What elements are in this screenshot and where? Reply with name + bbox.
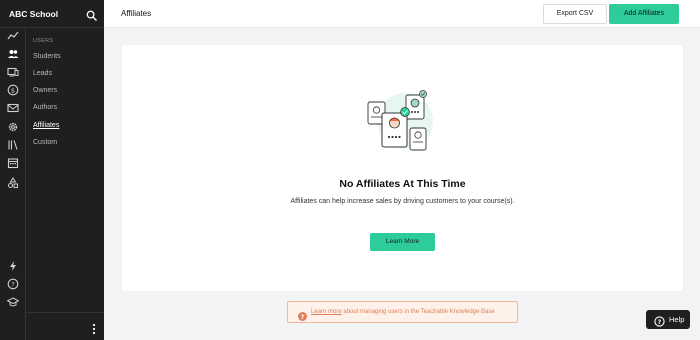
graduation-cap-icon[interactable] xyxy=(7,296,19,308)
library-icon[interactable] xyxy=(7,139,19,151)
help-circle-icon: ? xyxy=(298,308,307,321)
icon-rail: $ ? xyxy=(0,28,26,340)
sidebar-item-affiliates[interactable]: Affiliates xyxy=(33,122,59,129)
school-name[interactable]: ABC School xyxy=(9,9,58,19)
more-options-icon[interactable] xyxy=(92,322,96,335)
banner-text: Learn more about managing users in the T… xyxy=(311,309,495,315)
settings-gear-icon[interactable] xyxy=(7,121,19,133)
svg-text:?: ? xyxy=(11,280,14,288)
learn-more-link[interactable]: Learn more xyxy=(311,309,342,315)
sidebar-item-custom[interactable]: Custom xyxy=(33,139,57,146)
trend-line-icon[interactable] xyxy=(7,30,19,42)
mail-icon[interactable] xyxy=(7,102,19,114)
users-icon[interactable] xyxy=(7,48,19,60)
sidebar-footer xyxy=(26,312,104,340)
learn-more-button[interactable]: Learn More xyxy=(370,233,435,251)
lightning-icon[interactable] xyxy=(7,260,19,272)
knowledge-base-banner: ? Learn more about managing users in the… xyxy=(287,301,518,323)
help-circle-icon[interactable]: ? xyxy=(7,278,19,290)
sidebar: ABC School $ ? USERS Students Leads Owne… xyxy=(0,0,104,340)
svg-text:?: ? xyxy=(301,314,305,321)
help-circle-icon: ? xyxy=(654,314,665,327)
help-button[interactable]: ? Help xyxy=(646,310,690,329)
apps-icon[interactable] xyxy=(7,177,19,189)
page-title: Affiliates xyxy=(121,9,152,18)
sidebar-item-students[interactable]: Students xyxy=(33,53,61,60)
sidebar-item-owners[interactable]: Owners xyxy=(33,87,57,94)
users-submenu: USERS Students Leads Owners Authors Affi… xyxy=(26,28,104,312)
help-label: Help xyxy=(669,315,685,324)
sidebar-header: ABC School xyxy=(0,0,104,28)
topbar: Affiliates Export CSV Add Affiliates xyxy=(104,0,700,28)
svg-text:?: ? xyxy=(658,318,662,326)
banner-message: about managing users in the Teachable Kn… xyxy=(341,309,495,315)
empty-state-title: No Affiliates At This Time xyxy=(339,178,466,190)
affiliates-illustration xyxy=(359,89,449,171)
empty-state-description: Affiliates can help increase sales by dr… xyxy=(290,198,515,205)
search-icon[interactable] xyxy=(86,8,97,21)
section-label: USERS xyxy=(33,38,54,44)
calendar-icon[interactable] xyxy=(7,157,19,169)
export-csv-button[interactable]: Export CSV xyxy=(543,4,607,24)
empty-state-card: No Affiliates At This Time Affiliates ca… xyxy=(122,45,683,291)
sidebar-item-leads[interactable]: Leads xyxy=(33,70,52,77)
dollar-icon[interactable]: $ xyxy=(7,84,19,96)
site-icon[interactable] xyxy=(7,66,19,78)
svg-text:$: $ xyxy=(11,86,15,94)
sidebar-item-authors[interactable]: Authors xyxy=(33,104,57,111)
add-affiliates-button[interactable]: Add Affiliates xyxy=(609,4,679,24)
